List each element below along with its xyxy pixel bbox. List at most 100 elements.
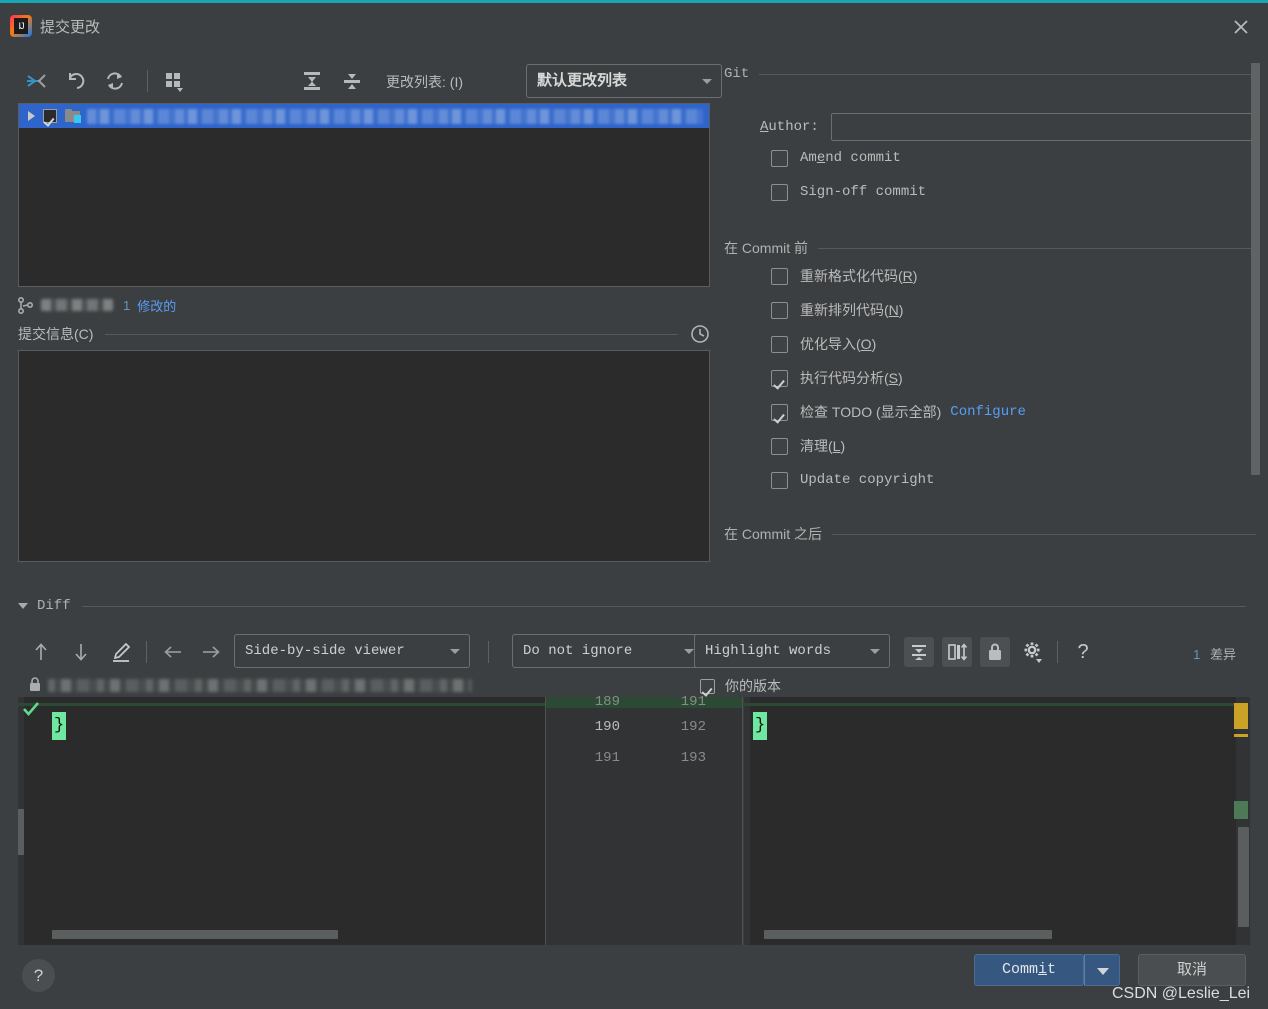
viewer-mode-value: Side-by-side viewer [245, 643, 405, 659]
collapse-unchanged-icon[interactable] [904, 637, 934, 667]
check-todo-checkbox[interactable] [771, 403, 788, 421]
git-group-title: Git [724, 66, 750, 82]
refresh-icon[interactable] [101, 67, 129, 95]
expand-all-icon[interactable] [298, 67, 326, 95]
after-commit-group-title: 在 Commit 之后 [724, 526, 822, 542]
help-question-icon[interactable]: ? [1068, 637, 1098, 667]
folder-icon [65, 109, 82, 123]
warning-marker[interactable] [1234, 703, 1248, 729]
check-todo-row[interactable]: 检查 TODO (显示全部) Configure [724, 395, 1256, 429]
table-row[interactable] [19, 104, 709, 128]
reformat-code-label: 重新格式化代码(R) [800, 268, 918, 284]
left-pane-scroll-thumb[interactable] [18, 809, 24, 855]
show-diff-icon[interactable] [22, 67, 50, 95]
whitespace-mode-value: Do not ignore [523, 643, 633, 659]
cancel-button[interactable]: 取消 [1138, 954, 1246, 986]
annotate-icon[interactable] [106, 637, 136, 667]
file-checkbox[interactable] [43, 109, 57, 123]
optimize-imports-row[interactable]: 优化导入(O) [724, 327, 1256, 361]
group-by-icon[interactable] [160, 67, 188, 95]
cleanup-checkbox[interactable] [771, 437, 788, 455]
analyze-code-row[interactable]: 执行代码分析(S) [724, 361, 1256, 395]
right-pane-hscrollbar[interactable] [764, 930, 1052, 939]
options-panel-scrollbar[interactable] [1251, 63, 1260, 475]
difference-count-number: 1 [1193, 647, 1201, 662]
configure-todo-link[interactable]: Configure [950, 404, 1026, 420]
changelist-select[interactable]: 默认更改列表 [526, 64, 722, 98]
close-icon[interactable] [1228, 14, 1254, 40]
left-column: 更改列表: (I) 默认更改列表 1 修改的 提交信息(C) [17, 61, 722, 562]
author-field[interactable] [830, 113, 1256, 141]
accept-change-checkmark-icon[interactable] [22, 700, 40, 718]
chevron-down-icon [684, 649, 694, 654]
chevron-down-icon [450, 649, 460, 654]
your-version-checkbox-row[interactable]: 你的版本 [700, 676, 781, 696]
diff-pane-right[interactable]: } [744, 697, 1250, 945]
toolbar-divider [488, 641, 489, 663]
update-copyright-row[interactable]: Update copyright [724, 463, 1256, 497]
update-copyright-label: Update copyright [800, 472, 935, 488]
left-pane-hscrollbar[interactable] [52, 930, 338, 939]
help-question-icon[interactable]: ? [22, 959, 55, 992]
highlight-mode-select[interactable]: Highlight words [694, 634, 890, 668]
rollback-icon[interactable] [62, 67, 90, 95]
intellij-idea-logo-icon [10, 15, 32, 37]
before-commit-group-header: 在 Commit 前 [724, 237, 1256, 259]
reformat-code-checkbox[interactable] [771, 267, 788, 285]
right-pane-change-band [744, 697, 750, 945]
viewer-mode-select[interactable]: Side-by-side viewer [234, 634, 470, 668]
optimize-imports-checkbox[interactable] [771, 335, 788, 353]
line-number-new: 191 [680, 694, 706, 710]
history-clock-icon[interactable] [690, 324, 710, 344]
synchronize-scrolling-icon[interactable] [942, 637, 972, 667]
diff-file-path-redacted [48, 679, 472, 692]
code-token: } [753, 712, 768, 740]
toolbar-divider [146, 641, 147, 663]
rearrange-code-checkbox[interactable] [771, 301, 788, 319]
update-copyright-checkbox[interactable] [771, 471, 788, 489]
rearrange-code-row[interactable]: 重新排列代码(N) [724, 293, 1256, 327]
line-number-old: 191 [594, 750, 620, 766]
chevron-down-icon[interactable] [18, 603, 28, 609]
commit-message-input[interactable] [18, 350, 710, 562]
cleanup-row[interactable]: 清理(L) [724, 429, 1256, 463]
read-only-lock-icon[interactable] [980, 637, 1010, 667]
next-difference-icon[interactable] [66, 637, 96, 667]
your-version-label: 你的版本 [725, 678, 781, 694]
commit-button[interactable]: Commit [974, 954, 1084, 986]
changed-files-list[interactable] [18, 103, 710, 287]
amend-commit-row[interactable]: Amend commit [724, 141, 1256, 175]
change-marker-band [546, 697, 742, 708]
right-pane-scroll-thumb[interactable] [1238, 827, 1249, 927]
collapse-all-icon[interactable] [338, 67, 366, 95]
whitespace-mode-select[interactable]: Do not ignore [512, 634, 704, 668]
line-number-old: 189 [594, 694, 620, 710]
chevron-down-icon [702, 79, 712, 84]
before-commit-group-title: 在 Commit 前 [724, 240, 808, 256]
changelist-label-text: 更改列表: [386, 74, 446, 90]
signoff-commit-row[interactable]: Sign-off commit [724, 175, 1256, 209]
line-number-new: 193 [680, 750, 706, 766]
amend-commit-checkbox[interactable] [771, 149, 788, 167]
highlight-mode-value: Highlight words [705, 643, 832, 659]
your-version-checkbox[interactable] [700, 678, 715, 694]
git-group-header: Git [724, 63, 1256, 85]
warning-marker-line [1234, 734, 1248, 737]
accept-right-icon[interactable] [196, 637, 226, 667]
settings-gear-icon[interactable] [1018, 637, 1048, 667]
commit-options-panel: Git Author: Amend commit Sign-off commit… [724, 63, 1256, 593]
toolbar-divider [147, 70, 148, 92]
previous-difference-icon[interactable] [26, 637, 56, 667]
rearrange-code-label: 重新排列代码(N) [800, 302, 904, 318]
change-marker[interactable] [1234, 801, 1248, 819]
signoff-commit-checkbox[interactable] [771, 183, 788, 201]
line-number-new: 192 [680, 719, 706, 735]
right-pane-marker-rail[interactable] [1234, 697, 1250, 945]
diff-pane-left[interactable]: } [18, 697, 545, 945]
analyze-code-checkbox[interactable] [771, 369, 788, 387]
accept-left-icon[interactable] [158, 637, 188, 667]
commit-dropdown-button[interactable] [1084, 954, 1120, 986]
chevron-right-icon[interactable] [28, 111, 35, 121]
reformat-code-row[interactable]: 重新格式化代码(R) [724, 259, 1256, 293]
dialog-titlebar: 提交更改 [0, 6, 1268, 46]
